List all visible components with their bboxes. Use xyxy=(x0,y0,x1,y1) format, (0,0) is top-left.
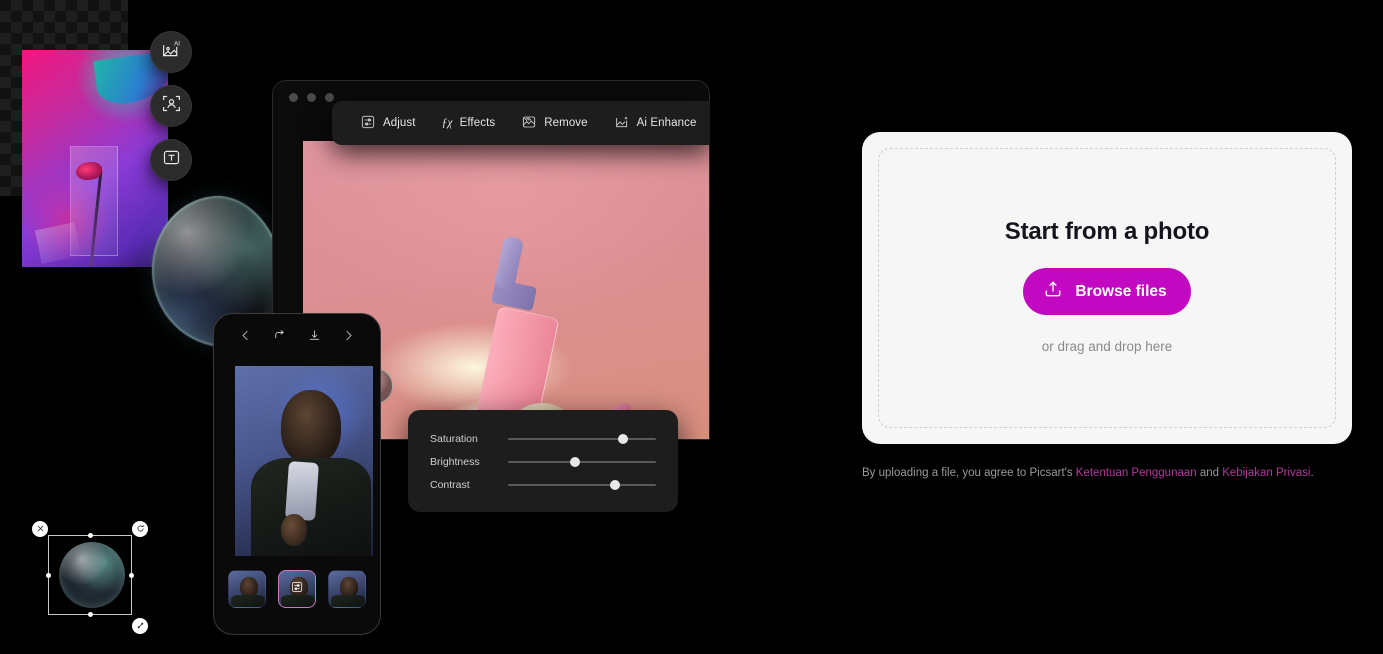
slider-row-brightness[interactable]: Brightness xyxy=(430,450,656,473)
toolbar-label: Remove xyxy=(544,117,588,129)
slider-knob[interactable] xyxy=(618,433,629,444)
selection-handle-top[interactable] xyxy=(87,533,93,538)
phone-thumbnail-selected[interactable] xyxy=(278,570,316,608)
chevron-right-icon[interactable] xyxy=(341,328,356,348)
upload-icon xyxy=(1043,279,1063,304)
ai-image-icon: AI xyxy=(161,39,182,65)
toolbar-label: Adjust xyxy=(383,117,416,129)
portrait-shirt-shape xyxy=(285,461,319,521)
window-dot[interactable] xyxy=(307,93,316,102)
chevron-left-icon[interactable] xyxy=(238,328,253,348)
resize-icon xyxy=(136,617,145,635)
slider-knob[interactable] xyxy=(609,479,620,490)
adjust-sliders-icon xyxy=(290,580,304,599)
rose-box-shape xyxy=(34,222,82,264)
slider-row-contrast[interactable]: Contrast xyxy=(430,473,656,496)
toolbar-item-adjust[interactable]: Adjust xyxy=(360,114,416,133)
legal-prefix: By uploading a file, you agree to Picsar… xyxy=(862,467,1076,479)
slider-track[interactable] xyxy=(508,479,656,490)
legal-suffix: . xyxy=(1310,467,1314,479)
legal-disclaimer: By uploading a file, you agree to Picsar… xyxy=(862,467,1362,479)
selection-handle-left[interactable] xyxy=(46,572,51,578)
drag-drop-hint: or drag and drop here xyxy=(1041,339,1173,354)
ai-enhance-icon xyxy=(614,114,630,133)
thumb-body-shape xyxy=(231,595,265,607)
browse-files-button[interactable]: Browse files xyxy=(1023,268,1191,315)
thumb-body-shape xyxy=(331,595,365,607)
rotate-icon xyxy=(136,520,145,538)
thumb-overlay xyxy=(279,571,315,607)
download-icon[interactable] xyxy=(307,328,322,348)
upload-card: Start from a photo Browse files or drag … xyxy=(862,132,1352,444)
phone-nav-bar xyxy=(214,314,380,362)
bubble-sticker[interactable] xyxy=(59,542,125,608)
fx-icon: ƒχ xyxy=(441,117,453,129)
slider-row-saturation[interactable]: Saturation xyxy=(430,427,656,450)
slider-knob[interactable] xyxy=(569,456,580,467)
page-title: Start from a photo xyxy=(1004,218,1210,245)
browse-files-label: Browse files xyxy=(1075,282,1167,300)
text-tool[interactable] xyxy=(150,139,192,181)
slider-label: Contrast xyxy=(430,478,470,491)
slider-track[interactable] xyxy=(508,456,656,467)
redo-arrow-icon[interactable] xyxy=(272,328,287,348)
remove-background-icon xyxy=(521,114,537,133)
toolbar-item-ai-enhance[interactable]: Ai Enhance xyxy=(614,114,697,133)
window-dot[interactable] xyxy=(289,93,298,102)
legal-conjunction: and xyxy=(1196,467,1223,479)
selection-rotate-button[interactable] xyxy=(132,521,148,537)
phone-thumbnail[interactable] xyxy=(228,570,266,608)
slider-label: Saturation xyxy=(430,432,478,445)
selection-handle-bottom[interactable] xyxy=(87,612,93,617)
window-dot[interactable] xyxy=(325,93,334,102)
toolbar-label: Ai Enhance xyxy=(636,117,697,129)
serum-bottle-cap xyxy=(493,235,525,291)
phone-thumbnail[interactable] xyxy=(328,570,366,608)
person-select-tool[interactable] xyxy=(150,85,192,127)
phone-thumbnail-strip xyxy=(214,570,380,608)
selection-resize-button[interactable] xyxy=(132,618,148,634)
toolbar-item-effects[interactable]: ƒχ Effects xyxy=(442,117,496,129)
page-root: AI Adjust ƒχ Effects Remove Ai Enhance S… xyxy=(0,0,1383,654)
selection-handle-right[interactable] xyxy=(129,572,134,578)
portrait-head-shape xyxy=(281,390,341,464)
editor-toolbar: Adjust ƒχ Effects Remove Ai Enhance xyxy=(332,101,710,145)
toolbar-item-remove[interactable]: Remove xyxy=(521,114,588,133)
person-select-icon xyxy=(161,93,182,119)
svg-text:AI: AI xyxy=(174,41,180,48)
selection-close-button[interactable] xyxy=(32,521,48,537)
terms-link[interactable]: Ketentuan Penggunaan xyxy=(1076,467,1197,479)
neon-rose-photo xyxy=(22,50,168,267)
privacy-link[interactable]: Kebijakan Privasi xyxy=(1222,467,1310,479)
close-icon xyxy=(36,520,45,538)
slider-label: Brightness xyxy=(430,455,480,468)
hero-illustration: AI Adjust ƒχ Effects Remove Ai Enhance S… xyxy=(0,0,760,654)
slider-track[interactable] xyxy=(508,433,656,444)
dropzone[interactable]: Start from a photo Browse files or drag … xyxy=(878,148,1336,428)
text-tool-icon xyxy=(161,147,182,173)
window-control-dots[interactable] xyxy=(289,93,334,102)
phone-mockup xyxy=(213,313,381,635)
ai-image-tool[interactable]: AI xyxy=(150,31,192,73)
portrait-hand-shape xyxy=(281,514,307,546)
phone-portrait-photo xyxy=(235,366,373,556)
adjust-sliders-icon xyxy=(360,114,376,133)
toolbar-label: Effects xyxy=(459,117,496,129)
adjust-sliders-panel: Saturation Brightness Contrast xyxy=(408,410,678,512)
selection-bounding-box[interactable] xyxy=(46,533,134,617)
selection-widget xyxy=(32,521,148,641)
